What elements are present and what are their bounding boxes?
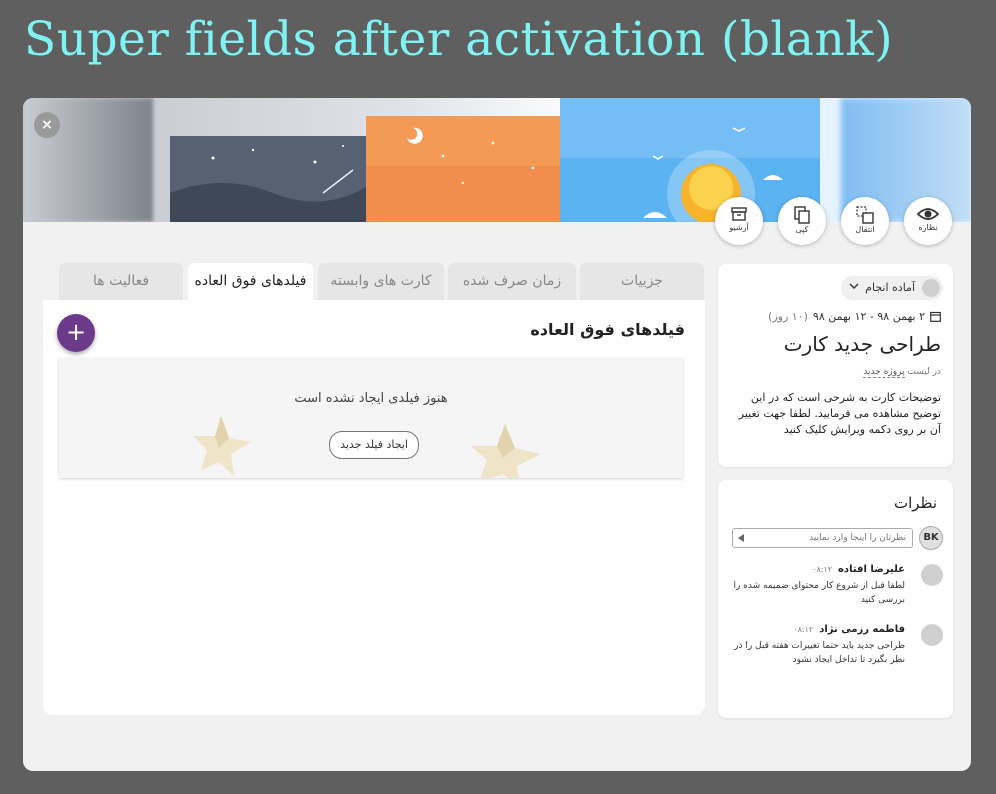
status-dropdown[interactable]: آماده انجام [841, 276, 943, 300]
comment-time: ۰۸:۱۲ [793, 625, 814, 634]
comment-header: علیرضا افتاده ۰۸:۱۲ [812, 564, 905, 575]
card-modal: × نظاره انتقال کپی آرشیو آماده انجام ۲ ب… [23, 98, 971, 771]
copy-button[interactable]: کپی [778, 197, 826, 245]
card-description[interactable]: توضیحات کارت به شرحی است که در این توضیح… [731, 390, 941, 438]
watch-button[interactable]: نظاره [904, 197, 952, 245]
list-prefix: در لیست [907, 367, 941, 377]
archive-button[interactable]: آرشیو [715, 197, 763, 245]
watch-label: نظاره [918, 223, 938, 232]
card-info-panel: آماده انجام ۲ بهمن ۹۸ - ۱۲ بهمن ۹۸ (۱۰ ر… [718, 264, 953, 467]
comment-text: طراحی جدید باید حتما تغییرات هفته قبل را… [734, 641, 905, 665]
chevron-down-icon [849, 283, 859, 289]
move-label: انتقال [855, 225, 875, 234]
date-range-row[interactable]: ۲ بهمن ۹۸ - ۱۲ بهمن ۹۸ (۱۰ روز) [768, 310, 941, 323]
eye-icon [917, 208, 939, 220]
tab-super-fields[interactable]: فیلدهای فوق العاده [188, 263, 313, 300]
tab-related-cards[interactable]: کارت های وابسته [318, 263, 444, 300]
empty-state: هنوز فیلدی ایجاد نشده است ایجاد فیلد جدی… [59, 358, 683, 478]
star-decoration [193, 416, 541, 478]
super-fields-panel: فیلدهای فوق العاده + هنوز فیلدی ایجاد نش… [43, 300, 705, 715]
copy-label: کپی [795, 225, 809, 234]
date-duration: (۱۰ روز) [768, 310, 808, 323]
archive-label: آرشیو [729, 223, 749, 232]
comment-input[interactable] [732, 528, 913, 548]
avatar: BK [919, 526, 943, 550]
comment-text: لطفا قبل از شروع کار محتوای ضمیمه شده را… [733, 581, 905, 605]
calendar-icon [930, 311, 941, 322]
comment-avatar [921, 624, 943, 646]
cover-artwork [170, 98, 820, 222]
panel-title: فیلدهای فوق العاده [530, 320, 685, 339]
tab-details[interactable]: جزییات [580, 263, 704, 300]
comment-time: ۰۸:۱۲ [812, 565, 833, 574]
comments-panel: نظرات BK علیرضا افتاده ۰۸:۱۲ لطفا قبل از … [718, 480, 953, 718]
list-link[interactable]: پروژه جدید [863, 367, 905, 378]
archive-icon [731, 207, 747, 221]
cover-image: × [23, 98, 971, 222]
comments-title: نظرات [893, 494, 937, 512]
comment-author: علیرضا افتاده [838, 564, 905, 575]
comment-header: فاطمه رزمی نژاد ۰۸:۱۲ [793, 624, 905, 635]
page-caption: Super fields after activation (blank) [24, 12, 894, 67]
create-field-button[interactable]: ایجاد فیلد جدید [329, 431, 419, 459]
close-button[interactable]: × [34, 112, 60, 138]
tab-activities[interactable]: فعالیت ها [59, 263, 183, 300]
comment-author: فاطمه رزمی نژاد [819, 624, 905, 635]
date-range: ۲ بهمن ۹۸ - ۱۲ بهمن ۹۸ [812, 310, 925, 323]
card-title[interactable]: طراحی جدید کارت [784, 332, 941, 356]
copy-icon [794, 206, 810, 224]
tab-time-spent[interactable]: زمان صرف شده [448, 263, 576, 300]
send-icon[interactable] [738, 534, 744, 542]
comment-avatar [921, 564, 943, 586]
list-info: در لیست پروژه جدید [863, 367, 941, 378]
status-dot [922, 279, 940, 297]
add-field-button[interactable]: + [57, 314, 95, 352]
status-label: آماده انجام [865, 281, 915, 294]
move-icon [856, 206, 874, 224]
move-button[interactable]: انتقال [841, 197, 889, 245]
empty-message: هنوز فیلدی ایجاد نشده است [294, 391, 448, 406]
